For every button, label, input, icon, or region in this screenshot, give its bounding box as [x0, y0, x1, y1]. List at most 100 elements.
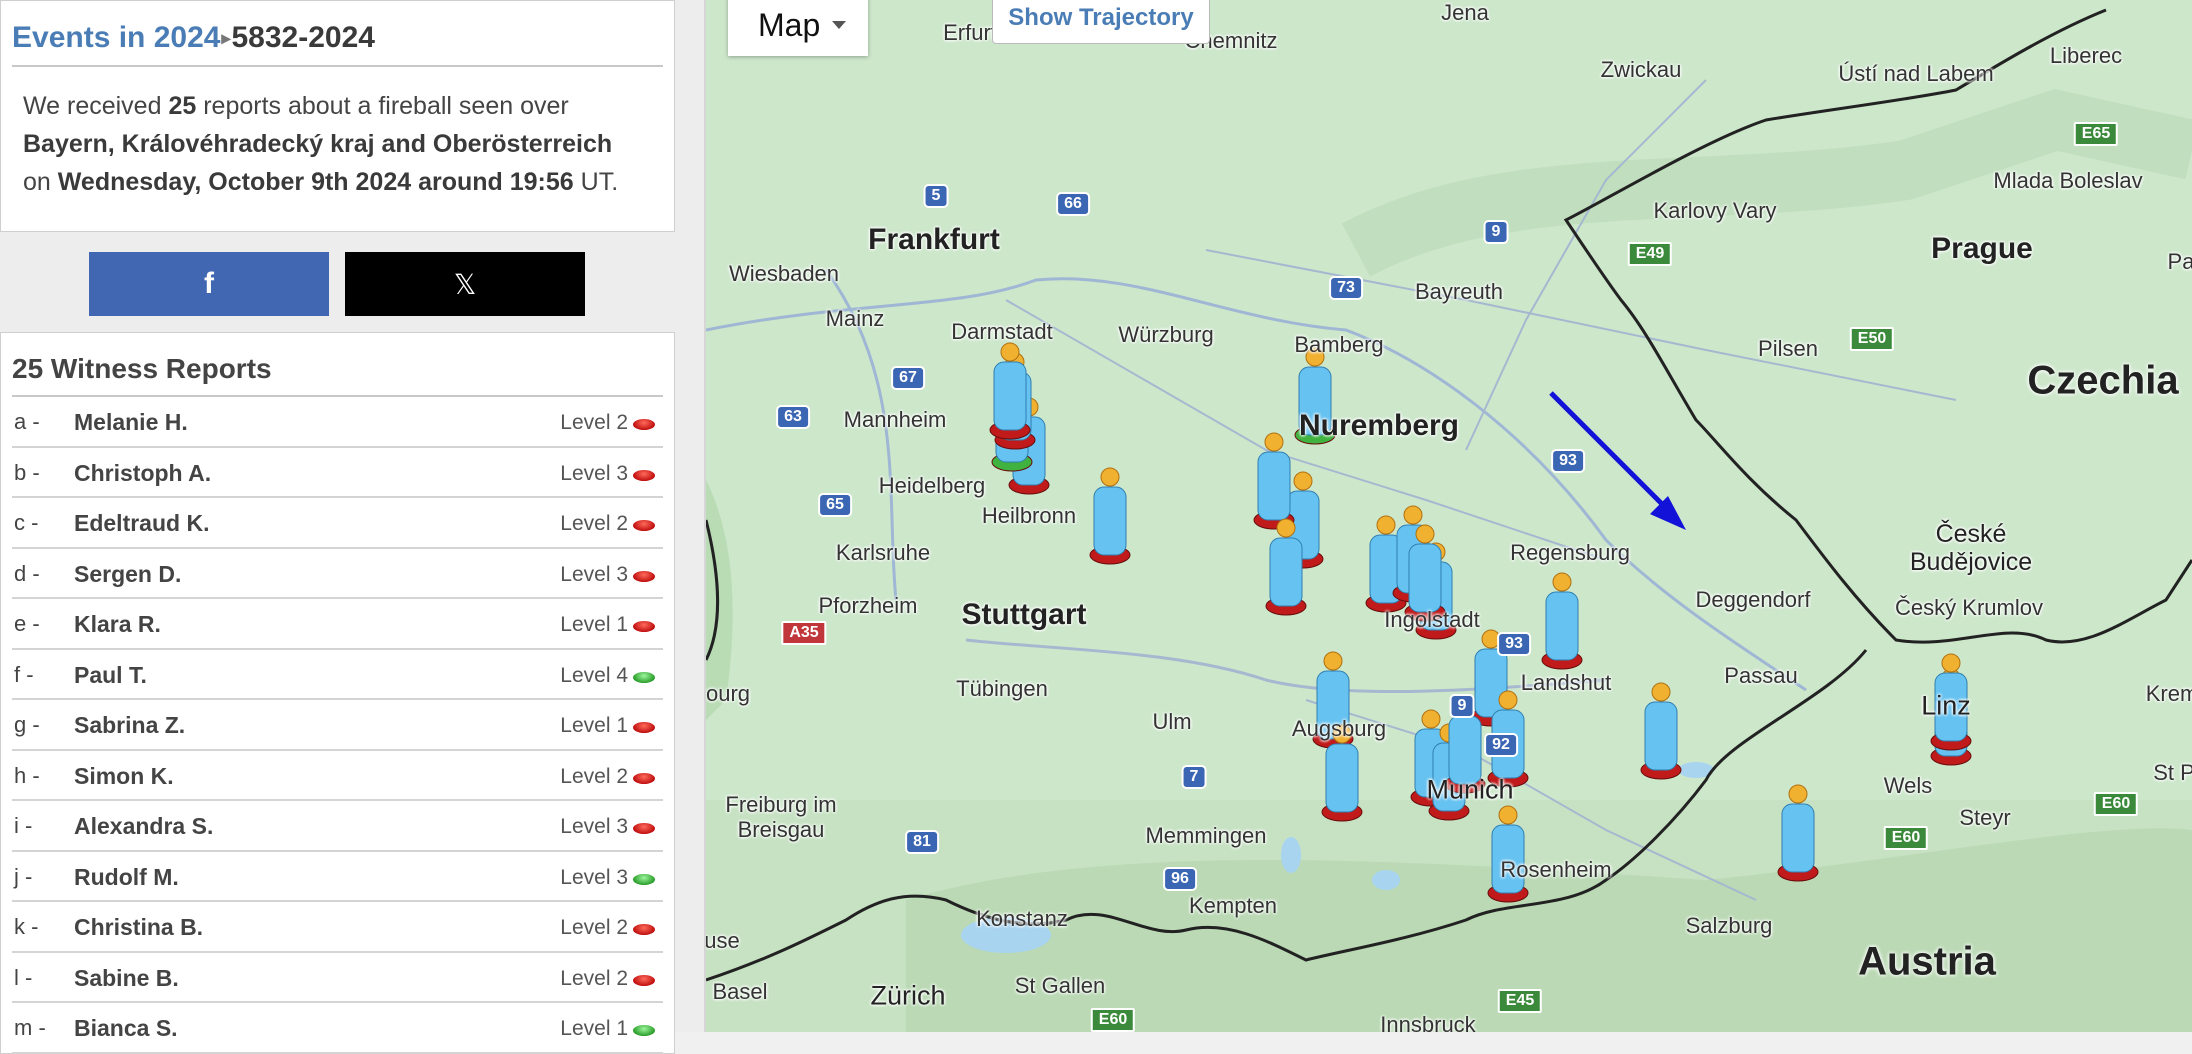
witness-name[interactable]: Christina B.	[74, 914, 203, 941]
city-regensburg: Regensburg	[1510, 540, 1630, 565]
city-augsburg: Augsburg	[1291, 716, 1387, 741]
divider	[12, 65, 663, 67]
reports-title: 25 Witness Reports	[12, 353, 272, 384]
city-heidelberg: Heidelberg	[878, 473, 986, 498]
witness-name[interactable]: Edeltraud K.	[74, 510, 209, 537]
city-st-gallen: St Gallen	[1014, 973, 1106, 998]
witness-name[interactable]: Sabine B.	[74, 965, 179, 992]
map-type-dropdown[interactable]: Map	[728, 0, 868, 56]
experience-level: Level 3	[560, 461, 628, 485]
report-row[interactable]: e - Klara R. Level 1	[12, 599, 663, 650]
report-row[interactable]: f - Paul T. Level 4	[12, 650, 663, 700]
city-mlada: Mlada Boleslav	[1993, 168, 2143, 193]
witness-name[interactable]: Sabrina Z.	[74, 712, 185, 739]
city-use: use	[706, 928, 740, 953]
x-share-button[interactable]: 𝕏	[345, 252, 585, 316]
witness-name[interactable]: Sergen D.	[74, 561, 181, 588]
report-row[interactable]: a - Melanie H. Level 2	[12, 397, 663, 448]
show-trajectory-button[interactable]: Show Trajectory	[992, 0, 1210, 44]
witness-name[interactable]: Alexandra S.	[74, 813, 213, 840]
status-dot-icon	[633, 924, 655, 935]
witness-name[interactable]: Klara R.	[74, 611, 161, 638]
report-row[interactable]: d - Sergen D. Level 3	[12, 549, 663, 599]
city-usti: Ústí nad Labem	[1838, 61, 1994, 86]
city-st-p: St P	[2153, 760, 2192, 785]
country-austria: Austria	[1858, 939, 1996, 984]
city-prague: Prague	[1931, 232, 2033, 265]
report-letter: f -	[14, 661, 34, 687]
report-row[interactable]: c - Edeltraud K. Level 2	[12, 498, 663, 549]
experience-level: Level 3	[560, 562, 628, 586]
city-nuremberg: Nuremberg	[1298, 409, 1460, 442]
city-mannheim: Mannheim	[843, 407, 947, 432]
witness-name[interactable]: Christoph A.	[74, 460, 211, 487]
experience-level: Level 1	[560, 1017, 628, 1040]
route-shield: E49	[1627, 242, 1673, 266]
city-erfurt: Erfurt	[943, 20, 997, 45]
regions: Bayern, Královéhradecký kraj and Oberöst…	[23, 130, 613, 158]
experience-level: Level 2	[560, 512, 628, 535]
report-row[interactable]: l - Sabine B. Level 2	[12, 953, 663, 1003]
report-row[interactable]: b - Christoph A. Level 3	[12, 448, 663, 498]
facebook-share-button[interactable]: f	[89, 252, 329, 316]
report-row[interactable]: m - Bianca S. Level 1	[12, 1003, 663, 1054]
city-deggendorf: Deggendorf	[1695, 587, 1811, 612]
experience-level: Level 2	[560, 916, 628, 939]
report-letter: d -	[14, 560, 40, 586]
route-shield: 92	[1484, 733, 1518, 757]
experience-level: Level 3	[560, 815, 628, 838]
city-darmstadt: Darmstadt	[951, 319, 1053, 344]
route-shield: E60	[2093, 792, 2139, 816]
route-shield: E60	[1883, 826, 1929, 850]
witness-name[interactable]: Paul T.	[74, 662, 147, 689]
desc-mid: reports about a fireball seen over	[203, 92, 569, 120]
city-jena: Jena	[1441, 0, 1489, 25]
witness-name[interactable]: Melanie H.	[74, 409, 188, 436]
report-letter: i -	[14, 813, 33, 838]
desc-on: on	[23, 168, 51, 196]
route-shield: 63	[776, 405, 810, 429]
city-pa: Pa	[2167, 249, 2192, 274]
city-ceske-budejovice: České Budějovice	[1909, 520, 2033, 576]
map-type-label: Map	[758, 6, 821, 43]
status-dot-icon	[633, 621, 655, 632]
report-row[interactable]: g - Sabrina Z. Level 1	[12, 700, 663, 751]
city-mainz: Mainz	[825, 306, 885, 331]
city-pforzheim: Pforzheim	[818, 593, 918, 618]
status-dot-icon	[633, 1025, 655, 1036]
status-dot-icon	[633, 419, 655, 430]
witness-name[interactable]: Simon K.	[74, 763, 174, 790]
experience-level: Level 1	[560, 714, 628, 737]
report-letter: e -	[14, 611, 40, 636]
route-shield: E45	[1497, 989, 1543, 1013]
events-2024-link[interactable]: Events in 2024	[12, 21, 220, 54]
city-wels: Wels	[1883, 773, 1933, 798]
report-letter: k -	[14, 914, 39, 939]
witness-reports-card: 25 Witness Reports a - Melanie H. Level 2 b…	[0, 332, 675, 1054]
experience-level: Level 1	[560, 613, 628, 636]
x-icon: 𝕏	[453, 268, 477, 300]
status-dot-icon	[633, 722, 655, 733]
report-row[interactable]: k - Christina B. Level 2	[12, 902, 663, 953]
report-letter: c -	[14, 510, 39, 535]
route-shield: A35	[781, 621, 827, 645]
status-dot-icon	[633, 823, 655, 834]
city-landshut: Landshut	[1520, 670, 1612, 695]
report-row[interactable]: j - Rudolf M. Level 3	[12, 852, 663, 902]
facebook-icon: f	[204, 267, 214, 300]
city-munich: Munich	[1426, 774, 1514, 805]
timezone: UT.	[580, 168, 619, 196]
report-row[interactable]: i - Alexandra S. Level 3	[12, 801, 663, 852]
witness-name[interactable]: Rudolf M.	[74, 864, 179, 891]
city-frankfurt: Frankfurt	[868, 223, 1000, 256]
experience-level: Level 2	[560, 966, 628, 990]
report-letter: a -	[14, 409, 40, 434]
route-shield: 9	[1483, 220, 1509, 244]
city-heilbronn: Heilbronn	[981, 503, 1077, 528]
report-row[interactable]: h - Simon K. Level 2	[12, 751, 663, 801]
route-shield: 93	[1551, 449, 1585, 473]
witness-name[interactable]: Bianca S.	[74, 1015, 178, 1042]
map-canvas[interactable]	[706, 0, 2192, 1032]
city-innsbruck: Innsbruck	[1380, 1012, 1476, 1032]
map[interactable]: Erfurt Jena Chemnitz Ústí nad Labem Libe…	[706, 0, 2192, 1032]
